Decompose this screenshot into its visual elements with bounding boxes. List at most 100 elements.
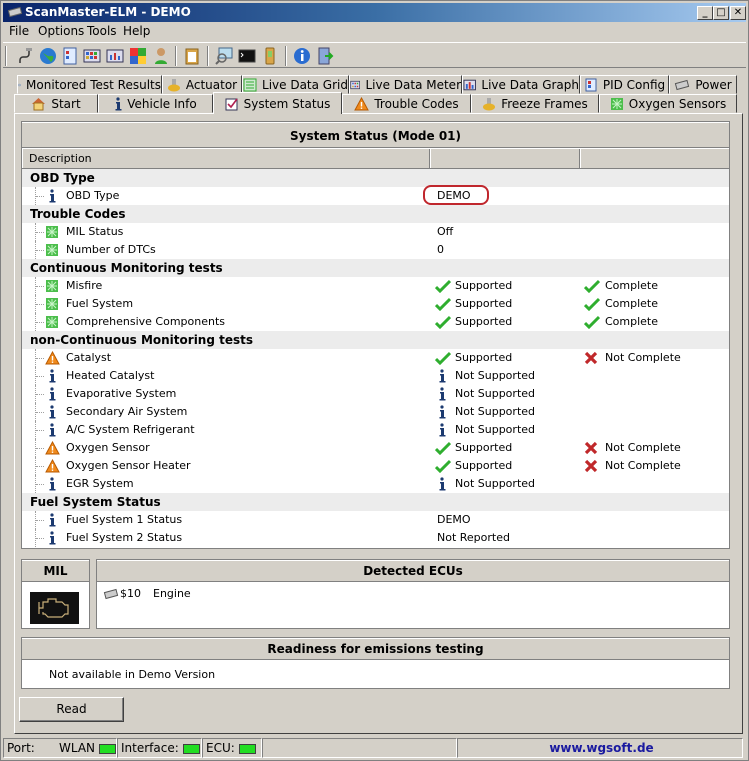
highlight-ellipse <box>423 185 489 205</box>
table-row[interactable]: Evaporative System Not Supported <box>22 385 729 403</box>
tab-live-data-graph[interactable]: Live Data Graph <box>462 75 580 94</box>
tab-freeze-frames[interactable]: Freeze Frames <box>471 94 599 113</box>
sensor-icon <box>45 243 59 257</box>
menu-options[interactable]: Options <box>38 24 84 38</box>
info-icon <box>435 477 449 491</box>
tab-pid-config[interactable]: PID Config <box>580 75 669 94</box>
menu-bar: File Options Tools Help <box>3 22 746 41</box>
table-row[interactable]: Misfire Supported Complete <box>22 277 729 295</box>
check-icon <box>434 279 452 294</box>
pid-config-icon <box>585 78 597 91</box>
tree-line <box>35 529 45 547</box>
table-row[interactable]: Secondary Air System Not Supported <box>22 403 729 421</box>
table-row[interactable]: Oxygen Sensor Supported Not Complete <box>22 439 729 457</box>
tab-live-data-meter[interactable]: Live Data Meter <box>349 75 462 94</box>
row-label: Comprehensive Components <box>66 315 226 328</box>
tab-monitored-test-results[interactable]: Monitored Test Results <box>17 75 162 94</box>
row-status: Not Supported <box>455 423 536 436</box>
check-icon <box>434 441 452 456</box>
phone-device-icon[interactable] <box>261 47 279 65</box>
row-status: Supported <box>455 315 513 328</box>
table-row[interactable]: Fuel System 2 Status Not Reported <box>22 529 729 547</box>
table-row[interactable]: Fuel System Supported Complete <box>22 295 729 313</box>
close-button[interactable]: ✕ <box>730 6 746 20</box>
live-data-graph-icon[interactable] <box>106 47 124 65</box>
readiness-title: Readiness for emissions testing <box>22 638 729 660</box>
search-monitor-icon[interactable] <box>215 47 233 65</box>
tree-line <box>35 511 45 529</box>
internet-globe-icon[interactable] <box>39 47 57 65</box>
row-label: Heated Catalyst <box>66 369 155 382</box>
connect-cable-icon[interactable] <box>17 47 35 65</box>
port-led <box>99 743 117 754</box>
table-row[interactable]: Oxygen Sensor Heater Supported Not Complet… <box>22 457 729 475</box>
row-value: Off <box>437 225 454 238</box>
check-engine-icon <box>30 592 79 624</box>
sensor-icon <box>610 97 623 110</box>
exit-door-icon[interactable] <box>316 47 334 65</box>
table-row[interactable]: EGR System Not Supported <box>22 475 729 493</box>
menu-tools[interactable]: Tools <box>87 24 117 38</box>
status-interface: Interface: <box>117 738 202 758</box>
column-description[interactable]: Description <box>22 149 430 168</box>
row-status: Supported <box>455 351 513 364</box>
group-header: Continuous Monitoring tests <box>22 259 729 277</box>
row-status: Supported <box>455 459 513 472</box>
chip-icon <box>103 588 119 600</box>
table-row[interactable]: Catalyst Supported Not Complete <box>22 349 729 367</box>
menu-file[interactable]: File <box>9 24 29 38</box>
table-row[interactable]: Comprehensive Components Supported Complet… <box>22 313 729 331</box>
grid-list-icon <box>243 78 257 91</box>
checkbox-icon <box>225 98 238 110</box>
row-label: EGR System <box>66 477 134 490</box>
tab-label: Trouble Codes <box>374 96 459 111</box>
info-icon <box>45 423 59 437</box>
table-row[interactable]: Heated Catalyst Not Supported <box>22 367 729 385</box>
tab-vehicle-info[interactable]: Vehicle Info <box>98 94 213 113</box>
info-icon[interactable] <box>293 47 311 65</box>
info-icon <box>45 387 59 401</box>
row-label: Catalyst <box>66 351 112 364</box>
tab-system-status[interactable]: System Status <box>213 92 342 114</box>
menu-help[interactable]: Help <box>123 24 150 38</box>
row-label: Misfire <box>66 279 103 292</box>
check-icon <box>434 351 452 366</box>
title-bar[interactable]: ScanMaster-ELM - DEMO _ □ ✕ <box>3 3 746 22</box>
column-status[interactable] <box>430 149 580 168</box>
table-row[interactable]: Number of DTCs 0 <box>22 241 729 259</box>
row-completion: Not Complete <box>605 459 681 472</box>
tab-start[interactable]: Start <box>14 94 98 113</box>
user-icon[interactable] <box>152 47 170 65</box>
terminal-icon[interactable] <box>238 47 256 65</box>
clipboard-icon[interactable] <box>183 47 201 65</box>
tab-oxygen-sensors[interactable]: Oxygen Sensors <box>599 94 737 113</box>
mil-panel: MIL <box>21 559 90 629</box>
cross-icon <box>584 441 598 455</box>
system-status-grid: System Status (Mode 01) Description OBD … <box>21 121 730 549</box>
warning-icon <box>45 458 60 473</box>
table-row[interactable]: A/C System Refrigerant Not Supported <box>22 421 729 439</box>
tree-line <box>35 475 45 493</box>
maximize-button[interactable]: □ <box>713 6 729 20</box>
info-icon <box>435 387 449 401</box>
pid-config-icon[interactable] <box>61 47 79 65</box>
column-completion[interactable] <box>580 149 729 168</box>
table-row[interactable]: OBD Type DEMO <box>22 185 729 205</box>
home-icon <box>32 97 46 110</box>
table-row[interactable]: Fuel System 1 Status DEMO <box>22 511 729 529</box>
mil-title: MIL <box>22 560 89 582</box>
website-link[interactable]: www.wgsoft.de <box>457 738 743 758</box>
live-data-meter-icon[interactable] <box>83 47 101 65</box>
row-completion: Complete <box>605 279 659 292</box>
info-icon <box>45 405 59 419</box>
actuator-icon <box>483 97 496 110</box>
ecus-title: Detected ECUs <box>97 560 729 582</box>
tab-power[interactable]: Power <box>669 75 737 94</box>
row-status: Not Supported <box>455 477 536 490</box>
minimize-button[interactable]: _ <box>697 6 713 20</box>
table-row[interactable]: MIL Status Off <box>22 223 729 241</box>
color-grid-icon[interactable] <box>129 47 147 65</box>
read-button[interactable]: Read <box>19 697 124 722</box>
interface-led <box>182 743 200 754</box>
tab-trouble-codes[interactable]: Trouble Codes <box>342 94 471 113</box>
